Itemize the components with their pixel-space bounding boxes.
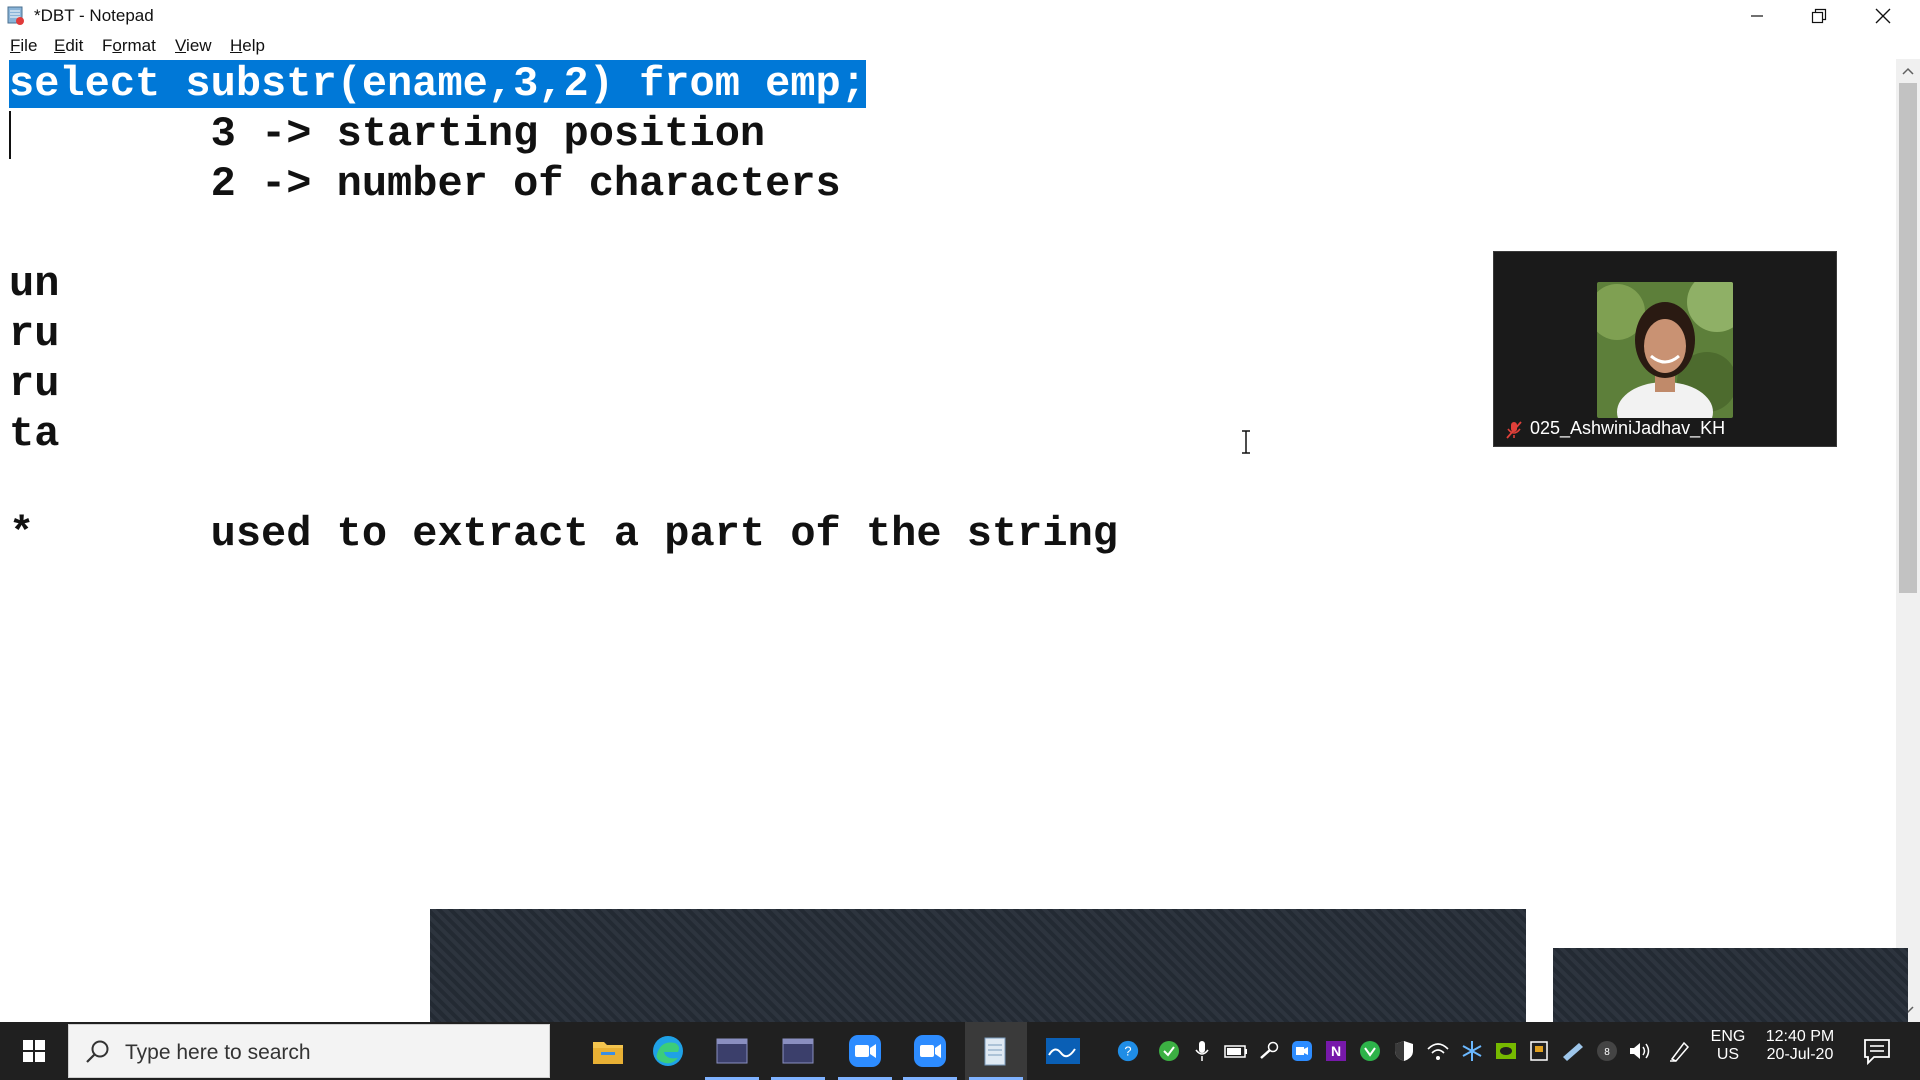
menu-format[interactable]: Format xyxy=(102,36,156,56)
tray-snowflake-icon[interactable] xyxy=(1460,1039,1484,1063)
notification-center-icon[interactable] xyxy=(1862,1036,1892,1066)
menu-file-label: ile xyxy=(20,36,38,55)
menu-bar: File Edit Format View Help xyxy=(0,31,1920,59)
terminal-window-icon xyxy=(716,1038,748,1064)
taskbar-notepad[interactable] xyxy=(965,1022,1027,1080)
language-code: ENG xyxy=(1710,1028,1746,1045)
restore-icon xyxy=(1811,8,1827,23)
taskbar-app-sql-2[interactable] xyxy=(767,1022,829,1080)
taskbar-app-sql-1[interactable] xyxy=(701,1022,763,1080)
taskbar-zoom-1[interactable] xyxy=(834,1022,896,1080)
clock[interactable]: 12:40 PM 20-Jul-20 xyxy=(1758,1028,1842,1064)
editor-line: un xyxy=(9,260,60,308)
vertical-scrollbar[interactable] xyxy=(1896,59,1920,1022)
tray-microphone-icon[interactable] xyxy=(1190,1039,1214,1063)
text-editor[interactable]: select substr(ename,3,2) from emp; 3 -> … xyxy=(0,59,1896,1022)
text-caret xyxy=(9,111,11,159)
tray-steam-icon[interactable] xyxy=(1257,1039,1281,1063)
menu-file-mnemonic: F xyxy=(10,36,21,55)
svg-text:?: ? xyxy=(1124,1044,1131,1059)
screen-share-overlay xyxy=(430,909,1526,1022)
selected-text: select substr(ename,3,2) from emp; xyxy=(9,60,866,108)
menu-view[interactable]: View xyxy=(175,36,212,56)
tray-zoom-icon[interactable] xyxy=(1290,1039,1314,1063)
tray-pen-tablet-icon[interactable] xyxy=(1561,1039,1585,1063)
editor-line: * used to extract a part of the string xyxy=(9,510,1118,558)
terminal-window-icon xyxy=(782,1038,814,1064)
editor-line: 2 -> number of characters xyxy=(9,160,841,208)
tray-volume-icon[interactable] xyxy=(1628,1039,1652,1063)
whiteboard-icon xyxy=(1046,1038,1080,1064)
menu-view-mnemonic: V xyxy=(175,36,187,55)
window-title: *DBT - Notepad xyxy=(34,6,154,25)
editor-line: 3 -> starting position xyxy=(9,110,766,158)
scrollbar-thumb[interactable] xyxy=(1899,83,1917,593)
menu-format-label: rmat xyxy=(121,36,156,55)
restore-button[interactable] xyxy=(1788,0,1850,31)
ibeam-cursor-icon xyxy=(1242,430,1250,454)
tray-shield-icon[interactable] xyxy=(1392,1039,1416,1063)
close-button[interactable] xyxy=(1852,0,1914,31)
clock-date: 20-Jul-20 xyxy=(1766,1046,1834,1063)
windows-logo-icon xyxy=(22,1040,45,1062)
tray-nvidia-icon[interactable] xyxy=(1494,1039,1518,1063)
video-participant-tile[interactable]: 025_AshwiniJadhav_KH xyxy=(1493,251,1837,447)
editor-line: ru xyxy=(9,360,60,408)
zoom-icon xyxy=(849,1035,881,1067)
menu-edit-label: dit xyxy=(65,36,84,55)
menu-view-label: iew xyxy=(186,36,212,55)
taskbar-whiteboard[interactable] xyxy=(1032,1022,1094,1080)
notepad-app-icon[interactable] xyxy=(6,5,26,25)
muted-mic-icon xyxy=(1506,421,1522,439)
svg-text:N: N xyxy=(1331,1043,1341,1059)
tray-bluetooth-icon[interactable]: 8 xyxy=(1595,1039,1619,1063)
menu-help[interactable]: Help xyxy=(230,36,265,56)
menu-format-first: F xyxy=(102,36,113,55)
search-placeholder: Type here to search xyxy=(125,1041,311,1064)
scroll-up-icon[interactable] xyxy=(1902,66,1914,76)
tray-help-icon[interactable]: ? xyxy=(1116,1039,1140,1063)
menu-file[interactable]: File xyxy=(10,36,37,56)
tray-device-icon[interactable] xyxy=(1527,1039,1551,1063)
tray-battery-icon[interactable] xyxy=(1224,1039,1248,1063)
svg-text:8: 8 xyxy=(1604,1047,1610,1058)
tray-pen-icon[interactable] xyxy=(1668,1039,1692,1063)
taskbar-search[interactable]: Type here to search xyxy=(68,1024,550,1078)
start-button[interactable] xyxy=(0,1022,67,1080)
tray-onenote-icon[interactable]: N xyxy=(1324,1039,1348,1063)
tray-security-check-icon[interactable] xyxy=(1157,1039,1181,1063)
folder-icon xyxy=(593,1042,623,1064)
editor-line: select substr(ename,3,2) from emp; xyxy=(9,59,866,109)
clock-time: 12:40 PM xyxy=(1765,1028,1835,1045)
participant-name: 025_AshwiniJadhav_KH xyxy=(1530,418,1726,438)
language-indicator[interactable]: ENG US xyxy=(1708,1028,1748,1064)
taskbar-edge[interactable] xyxy=(637,1022,699,1080)
menu-format-mnemonic: o xyxy=(112,36,122,55)
search-icon xyxy=(86,1040,109,1063)
minimize-button[interactable] xyxy=(1726,0,1788,31)
edge-browser-icon xyxy=(653,1036,683,1066)
minimize-icon xyxy=(1751,14,1763,17)
taskbar: Type here to search ? N 8 ENG US 12:40 P… xyxy=(0,1022,1920,1080)
editor-line: ru xyxy=(9,310,60,358)
tray-update-icon[interactable] xyxy=(1358,1039,1382,1063)
editor-line: ta xyxy=(9,410,60,458)
menu-help-label: elp xyxy=(242,36,265,55)
menu-edit-mnemonic: E xyxy=(54,36,66,55)
notepad-icon xyxy=(984,1037,1006,1066)
region-code: US xyxy=(1716,1046,1740,1063)
title-bar: *DBT - Notepad xyxy=(0,0,1920,31)
participant-video xyxy=(1597,282,1733,418)
close-icon xyxy=(1875,8,1891,23)
screen-share-overlay-small xyxy=(1553,948,1908,1022)
menu-help-mnemonic: H xyxy=(230,36,243,55)
menu-edit[interactable]: Edit xyxy=(54,36,83,56)
taskbar-file-explorer[interactable] xyxy=(577,1022,639,1080)
taskbar-zoom-2[interactable] xyxy=(899,1022,961,1080)
zoom-icon xyxy=(914,1035,946,1067)
tray-wifi-icon[interactable] xyxy=(1426,1039,1450,1063)
